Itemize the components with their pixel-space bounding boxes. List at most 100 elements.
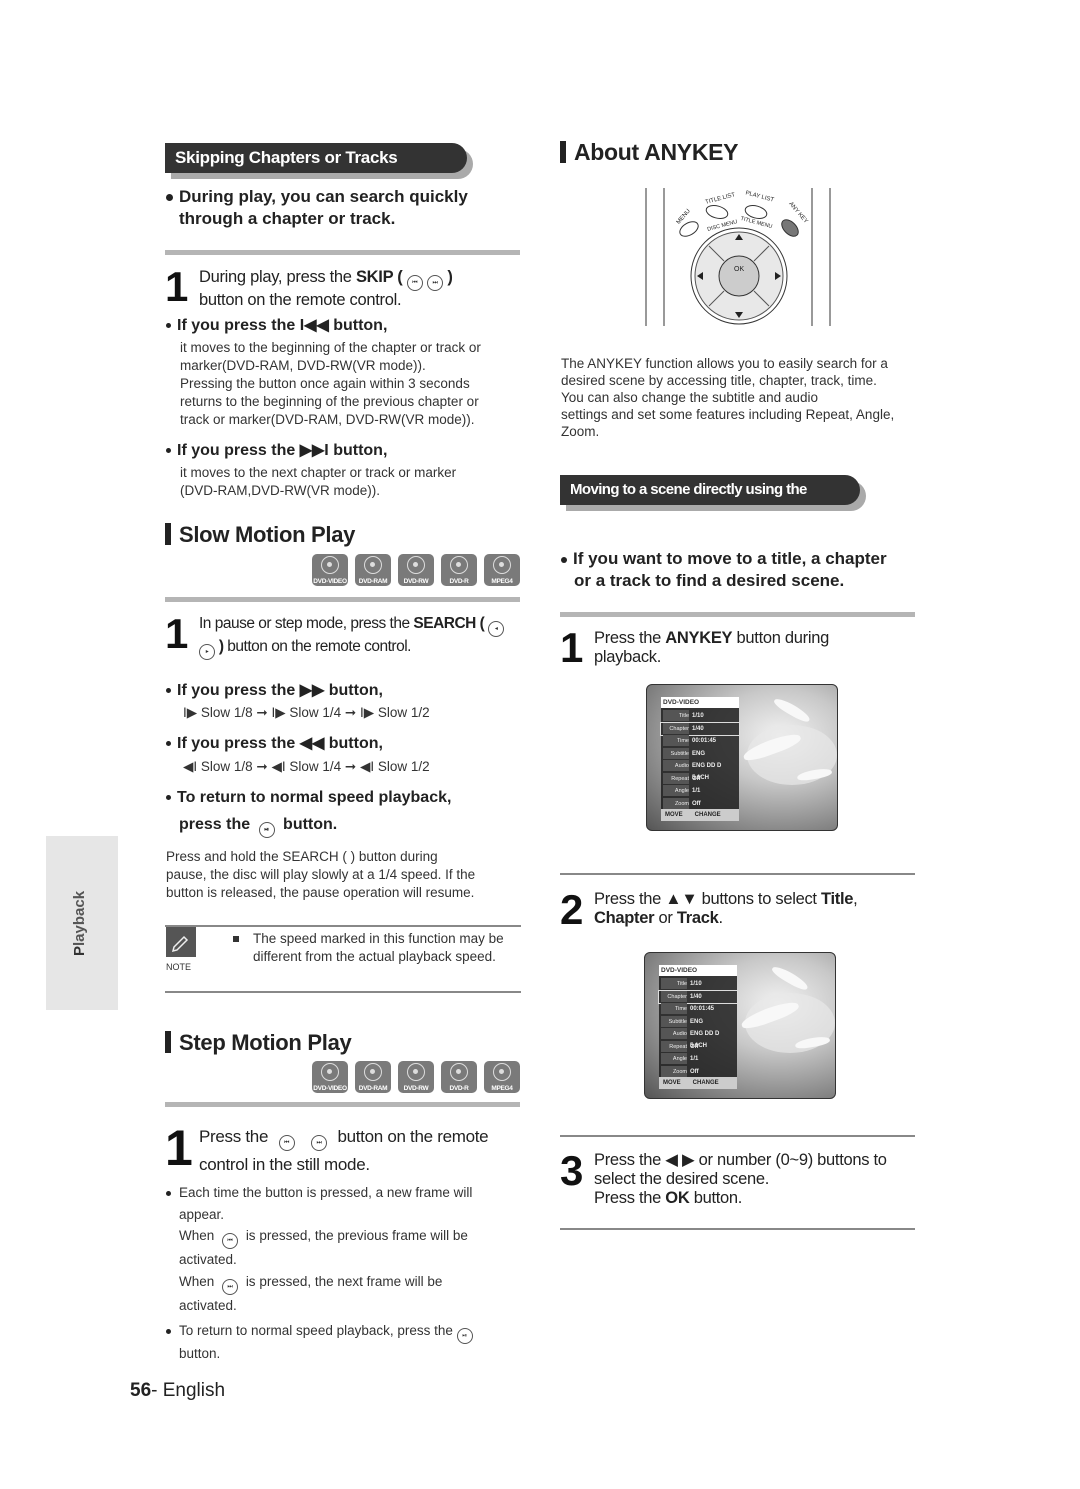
osd-row-title: Title 1/10 (659, 978, 737, 990)
body-line: settings and set some features including… (561, 407, 895, 422)
step-text-part: Press the (199, 1127, 269, 1146)
hold-search-text: Press and hold the SEARCH ( ) button dur… (166, 848, 475, 902)
osd-row-label: Angle (663, 785, 689, 796)
body-line: Zoom. (561, 424, 600, 439)
osd-row-label: Chapter (661, 990, 687, 1002)
banner-label: Moving to a scene directly using the ANY… (560, 475, 860, 528)
anykey-step3-text: Press the ◀ ▶ or number (0~9) buttons to… (594, 1151, 887, 1208)
dvd-r-disc-icon: DVD-R (441, 554, 477, 586)
page-footer: 56- English (130, 1380, 225, 1402)
step-text-part: Press the (594, 1189, 666, 1207)
anykey-osd-screen-2: DVD-VIDEO Title 1/10 Chapter 1/40 Time 00:01:… (644, 952, 836, 1099)
osd-row-label: Audio (661, 1028, 687, 1039)
osd-row-time: Time 00:01:45 (659, 1003, 737, 1015)
dvd-ram-disc-icon: DVD-RAM (355, 554, 391, 586)
step-forward-button-icon: ⏭ (222, 1278, 239, 1295)
step-number: 1 (165, 263, 189, 310)
osd-row-label: Time (661, 1003, 687, 1014)
osd-row-label: Repeat (661, 1040, 687, 1052)
heading-text: If you press the ▶▶ button, (177, 682, 383, 699)
osd-row-label: Repeat (663, 772, 689, 784)
step-text-part: ) (447, 268, 453, 286)
bullet-icon (166, 741, 171, 747)
body-line: marker(DVD-RAM, DVD-RW(VR mode)). (180, 358, 426, 373)
heading-text: press the (179, 816, 251, 833)
osd-row-angle: Angle 1/1 (659, 1053, 737, 1065)
skip-next-button-icon: ⏭ (427, 275, 444, 291)
skip-intro: During play, you can search quickly thro… (166, 186, 468, 230)
osd-change-label: CHANGE (694, 812, 721, 818)
body-line: The ANYKEY function allows you to easily… (561, 356, 888, 371)
osd-row-value: 1/1 (690, 1056, 699, 1062)
dvd-rw-disc-icon: DVD-RW (398, 554, 434, 586)
divider (560, 873, 915, 875)
ok-label: OK (665, 1189, 690, 1207)
divider (165, 597, 520, 602)
slow-disc-icons: DVD-VIDEO DVD-RAM DVD-RW DVD-R MPEG4 (312, 554, 520, 586)
bullet-icon (561, 556, 567, 563)
bullet-icon (166, 688, 171, 694)
body-line: it moves to the next chapter or track or… (180, 465, 457, 480)
body-line: desired scene by accessing title, chapte… (561, 373, 877, 388)
osd-row-audio: Audio ENG DD D 5.1CH (659, 1028, 737, 1049)
body-line: button is released, the pause operation … (166, 885, 475, 900)
osd-footer: MOVE CHANGE (659, 1077, 737, 1089)
osd-row-value: 1/40 (690, 993, 702, 1000)
osd-move-label: MOVE (663, 1080, 681, 1086)
osd-row-label: Time (663, 735, 689, 746)
osd-row-time: Time 00:01:45 (661, 735, 739, 747)
search-rew-button-icon: ◂ (488, 621, 505, 637)
ok-label: OK (734, 266, 745, 273)
osd-row-value: Off (690, 1043, 699, 1050)
mpeg4-disc-icon: MPEG4 (484, 554, 520, 586)
osd-row-subtitle: Subtitle ENG (661, 747, 739, 760)
step-text-part: control in the still mode. (199, 1155, 370, 1174)
step-bullet-2: To return to normal speed playback, pres… (166, 1321, 473, 1363)
body-line: activated. (179, 1297, 237, 1313)
page-language: - English (151, 1380, 226, 1401)
title-option: Title (820, 890, 854, 908)
body-line: When (179, 1273, 215, 1289)
step-text-part: Press the ◀ ▶ or number (0~9) buttons to (594, 1151, 887, 1169)
divider (560, 1228, 915, 1230)
moving-to-scene-banner: Moving to a scene directly using the ANY… (560, 475, 866, 528)
osd-row-subtitle: Subtitle ENG (659, 1015, 737, 1028)
title-text: About ANYKEY (574, 139, 739, 165)
body-line: track or marker(DVD-RAM, DVD-RW(VR mode)… (180, 412, 475, 427)
body-line: it moves to the beginning of the chapter… (180, 340, 481, 355)
heading-text: To return to normal speed playback, (177, 789, 452, 806)
body-line: Each time the button is pressed, a new f… (179, 1185, 473, 1200)
divider (560, 612, 915, 617)
osd-row-label: Title (663, 710, 689, 721)
dvd-rw-disc-icon: DVD-RW (398, 1061, 434, 1093)
title-bar (165, 1031, 171, 1053)
page-number: 56 (130, 1380, 152, 1401)
prev-body: it moves to the beginning of the chapter… (180, 339, 481, 429)
ff-heading: If you press the ▶▶ button, (166, 680, 383, 702)
step-text-part: Press the ▲▼ buttons to select (594, 890, 821, 908)
anykey-label: ANYKEY (665, 629, 733, 647)
step-text-part: button on the remote control. (199, 291, 402, 309)
title-text: Step Motion Play (179, 1030, 352, 1055)
play-pause-button-icon: ⏯ (258, 822, 275, 838)
body-line: activated. (179, 1252, 237, 1267)
search-label: SEARCH ( (413, 615, 485, 632)
divider (165, 1102, 520, 1107)
step-number: 3 (560, 1147, 584, 1194)
anykey-step1-text: Press the ANYKEY button during playback. (594, 629, 829, 667)
chapter-option: Chapter (594, 909, 655, 927)
dvd-r-disc-icon: DVD-R (441, 1061, 477, 1093)
next-body: it moves to the next chapter or track or… (180, 464, 456, 500)
osd-row-value: 1/10 (690, 981, 702, 987)
osd-move-label: MOVE (665, 812, 683, 818)
dvd-ram-disc-icon: DVD-RAM (355, 1061, 391, 1093)
anykey-osd-screen-1: DVD-VIDEO Title 1/10 Chapter 1/40 Time 00:01:… (646, 684, 838, 831)
step-motion-step-text: Press the ⏮ ⏭ button on the remote contr… (199, 1123, 489, 1178)
intro-line: through a chapter or track. (179, 209, 396, 228)
osd-panel: DVD-VIDEO Title 1/10 Chapter 1/40 Time 00:01:… (660, 697, 740, 821)
osd-row-value: Off (692, 800, 701, 807)
osd-row-value: ENG (690, 1018, 704, 1025)
osd-row-repeat: Repeat Off (661, 772, 739, 785)
heading-text: If you press the ▶▶I button, (177, 442, 388, 459)
body-line: When (179, 1228, 215, 1243)
